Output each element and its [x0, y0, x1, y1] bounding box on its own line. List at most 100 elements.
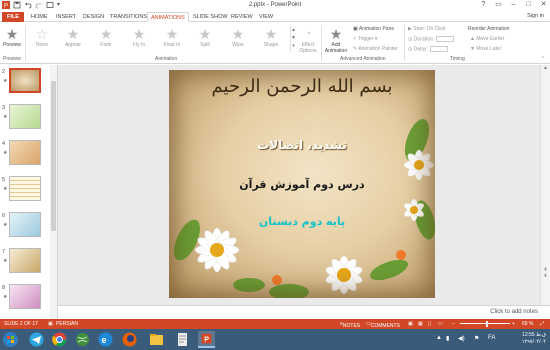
effect-options-button[interactable]: ◔ Effect Options — [296, 26, 320, 54]
thumbnail-scrollbar[interactable] — [50, 65, 57, 319]
help-icon[interactable]: ? — [479, 1, 488, 9]
slide-thumbnail[interactable]: 5 ★ — [0, 175, 50, 209]
fit-slide-icon[interactable]: ⤢ — [540, 321, 544, 327]
language-indicator-taskbar[interactable]: FA — [488, 335, 495, 341]
flag-icon[interactable]: ⚑ — [474, 335, 479, 342]
start-button-icon[interactable] — [2, 331, 19, 348]
editor-scrollbar[interactable]: ▲ ⇞ ⇟ — [540, 65, 550, 305]
tab-file[interactable]: FILE — [2, 12, 24, 22]
scrollbar-thumb[interactable] — [51, 81, 56, 231]
chrome-icon[interactable] — [51, 331, 68, 348]
slide-thumbnail-pane: 2 ★ 3 ★ 4 ★ 5 ★ 6 ★ 7 ★ 8 ★ — [0, 65, 58, 319]
firefox-icon[interactable] — [121, 331, 138, 348]
duration-field[interactable]: ◷ Duration: — [408, 36, 455, 42]
notes-pane[interactable]: Click to add notes — [58, 305, 550, 319]
network-globe-icon[interactable] — [74, 331, 91, 348]
reading-view-icon[interactable]: ▯ — [428, 321, 431, 327]
thumbnail-image — [9, 212, 41, 237]
minimize-icon[interactable]: – — [509, 1, 518, 9]
spellcheck-icon[interactable]: ▣ — [48, 321, 53, 327]
animation-star-icon: ★ — [3, 186, 8, 192]
normal-view-icon[interactable]: ▣ — [408, 321, 413, 327]
tab-review[interactable]: REVIEW — [228, 12, 256, 22]
start-value[interactable]: On Click — [427, 26, 446, 32]
effect-shape-button[interactable]: ★ Shape — [256, 26, 286, 48]
language-indicator[interactable]: PERSIAN — [56, 321, 78, 327]
slide-sorter-icon[interactable]: ▦ — [418, 321, 423, 327]
maximize-icon[interactable]: □ — [524, 1, 533, 9]
current-slide[interactable]: بسم الله الرحمن الرحیم تشدید، اتصالات در… — [169, 70, 435, 298]
zoom-in-icon[interactable]: + — [512, 321, 515, 327]
trigger-button[interactable]: ⚡ Trigger ▾ — [353, 36, 377, 42]
telegram-icon[interactable] — [28, 331, 45, 348]
slide-thumbnail[interactable]: 3 ★ — [0, 103, 50, 137]
slide-title-line3[interactable]: پایه دوم دبستان — [169, 215, 435, 228]
move-later-button[interactable]: ▼ Move Later — [470, 46, 501, 52]
animation-pane-button[interactable]: ▣ Animation Pane — [353, 26, 394, 32]
duration-input[interactable] — [436, 36, 455, 42]
animation-star-icon: ★ — [3, 294, 8, 300]
animation-painter-button[interactable]: ✎ Animation Painter — [353, 46, 398, 52]
volume-icon[interactable]: ◀) — [458, 335, 465, 342]
effect-float-in-button[interactable]: ★ Float In — [157, 26, 187, 48]
effect-wipe-button[interactable]: ★ Wipe — [223, 26, 253, 48]
zoom-out-icon[interactable]: – — [452, 321, 455, 327]
slide-title-line1[interactable]: تشدید، اتصالات — [169, 138, 435, 152]
ribbon-tabs: FILE HOME INSERT DESIGN TRANSITIONS ANIM… — [0, 11, 550, 22]
notes-toggle[interactable]: ≡ NOTES — [340, 321, 360, 329]
sign-in-link[interactable]: Sign in — [527, 13, 544, 19]
tab-insert[interactable]: INSERT — [53, 12, 79, 22]
show-hidden-icons[interactable]: ▲ — [436, 335, 442, 341]
effect-fly-in-button[interactable]: ★ Fly In — [124, 26, 154, 48]
move-earlier-button[interactable]: ▲ Move Earlier — [470, 36, 504, 42]
star-icon: ★ — [198, 26, 212, 42]
slide-thumbnail[interactable]: 4 ★ — [0, 139, 50, 173]
start-field[interactable]: ▶ Start: On Click — [408, 26, 445, 32]
tab-view[interactable]: VIEW — [256, 12, 276, 22]
document-viewer-icon[interactable] — [174, 331, 191, 348]
collapse-ribbon-icon[interactable]: ^ — [542, 56, 544, 62]
effect-label: Wipe — [232, 42, 244, 48]
network-icon[interactable]: ▮ — [446, 335, 449, 342]
slide-thumbnail[interactable]: 8 ★ — [0, 283, 50, 317]
add-animation-button[interactable]: ★ Add Animation — [322, 26, 350, 54]
ribbon-display-icon[interactable]: ▭ — [494, 1, 503, 9]
slideshow-view-icon[interactable]: ▭ — [438, 321, 443, 327]
group-separator — [25, 25, 26, 61]
effect-none-button[interactable]: ☆ None — [27, 26, 57, 48]
effect-fade-button[interactable]: ★ Fade — [91, 26, 121, 48]
zoom-slider-thumb[interactable] — [486, 321, 488, 327]
file-explorer-icon[interactable] — [148, 331, 165, 348]
effect-split-button[interactable]: ★ Split — [190, 26, 220, 48]
start-label: Start: — [413, 26, 426, 32]
slide-number: 3 — [2, 105, 6, 111]
slide-thumbnail[interactable]: 6 ★ — [0, 211, 50, 245]
powerpoint-taskbar-icon[interactable]: P — [198, 331, 215, 348]
notes-placeholder[interactable]: Click to add notes — [490, 309, 538, 315]
effect-appear-button[interactable]: ★ Appear — [58, 26, 88, 48]
comments-toggle[interactable]: ▭ COMMENTS — [366, 321, 400, 329]
close-icon[interactable]: ✕ — [539, 1, 548, 9]
zoom-slider[interactable] — [460, 323, 510, 324]
zoom-level[interactable]: 69 % — [522, 321, 533, 327]
clock[interactable]: 12:55 ق.ظ ۱۳۹۷/۰۴/۰۴ — [522, 332, 546, 346]
next-slide-icon[interactable]: ⇟ — [541, 273, 550, 279]
slide-thumbnail[interactable]: 7 ★ — [0, 247, 50, 281]
delay-input[interactable] — [429, 46, 448, 52]
add-animation-icon: ★ — [329, 26, 343, 42]
scroll-up-icon[interactable]: ▲ — [541, 65, 550, 71]
effect-label: Split — [200, 42, 210, 48]
tab-design[interactable]: DESIGN — [80, 12, 107, 22]
tab-home[interactable]: HOME — [28, 12, 51, 22]
delay-field[interactable]: ◷ Delay: — [408, 46, 448, 52]
edge-icon[interactable]: e — [97, 331, 114, 348]
slide-thumbnail[interactable]: 2 ★ — [0, 67, 50, 101]
ribbon-animations: ★ Preview ☆ None ★ Appear ★ Fade ★ Fly In ★ F… — [0, 22, 550, 64]
preview-button[interactable]: ★ Preview — [0, 26, 24, 48]
slide-title-line2[interactable]: درس دوم آموزش قرآن — [169, 178, 435, 191]
status-bar: SLIDE 2 OF 17 ▣ PERSIAN ≡ NOTES ▭ COMMEN… — [0, 319, 550, 329]
tab-transitions[interactable]: TRANSITIONS — [107, 12, 150, 22]
tab-animations[interactable]: ANIMATIONS — [147, 12, 189, 22]
tab-slide-show[interactable]: SLIDE SHOW — [190, 12, 231, 22]
group-label-advanced: Advanced Animation — [340, 56, 386, 62]
